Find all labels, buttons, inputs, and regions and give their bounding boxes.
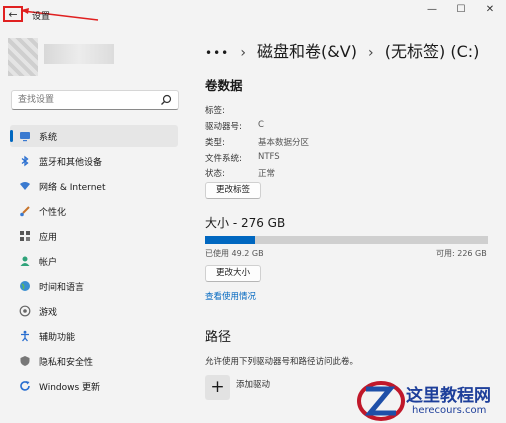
- sidebar-item-privacy[interactable]: 隐私和安全性: [10, 350, 178, 372]
- avatar[interactable]: [8, 38, 38, 76]
- bluetooth-icon: [21, 155, 29, 167]
- prop-value: C: [258, 120, 264, 130]
- change-label-button[interactable]: 更改标签: [205, 182, 262, 199]
- sidebar-item-label: 隐私和安全性: [39, 358, 94, 368]
- prop-value: 正常: [258, 169, 276, 179]
- chevron-right-icon: ›: [240, 45, 246, 61]
- watermark-logo-icon: [357, 381, 405, 421]
- breadcrumb: ••• › 磁盘和卷(&V) › (无标签) (C:): [205, 38, 479, 62]
- sidebar-item-system[interactable]: 系统: [10, 125, 178, 147]
- maximize-button[interactable]: ☐: [447, 3, 475, 17]
- view-usage-link[interactable]: 查看使用情况: [205, 290, 256, 302]
- usage-bar-fill: [205, 236, 256, 244]
- add-path-button[interactable]: +: [205, 375, 230, 400]
- free-space-text: 可用: 226 GB: [436, 249, 487, 258]
- sidebar-item-label: 个性化: [39, 208, 67, 218]
- chevron-right-icon: ›: [368, 45, 374, 61]
- paths-section-title: 路径: [205, 330, 232, 345]
- user-name-blurred: [44, 44, 114, 64]
- prop-value: 基本数据分区: [258, 138, 310, 148]
- sidebar-item-label: 应用: [39, 233, 58, 243]
- person-icon: [20, 256, 30, 266]
- watermark: 这里教程网 herecours.com: [356, 375, 506, 423]
- prop-label: 类型:: [205, 138, 225, 148]
- used-space-text: 已使用 49.2 GB: [205, 249, 264, 258]
- window-title: 设置: [32, 12, 51, 22]
- brush-icon: [20, 206, 30, 217]
- selection-indicator: [10, 130, 13, 142]
- sidebar-item-bluetooth[interactable]: 蓝牙和其他设备: [10, 150, 178, 172]
- prop-value: NTFS: [258, 152, 280, 162]
- prop-label: 状态:: [205, 169, 225, 179]
- globe-icon: [20, 281, 30, 291]
- close-button[interactable]: ✕: [476, 3, 504, 17]
- breadcrumb-parent[interactable]: 磁盘和卷(&V): [257, 42, 357, 61]
- sidebar-item-personalization[interactable]: 个性化: [10, 200, 178, 222]
- sidebar-item-gaming[interactable]: 游戏: [10, 300, 178, 322]
- prop-label: 标签:: [205, 106, 225, 116]
- minimize-button[interactable]: —: [418, 3, 446, 17]
- prop-label: 驱动器号:: [205, 122, 242, 132]
- gamepad-icon: [19, 305, 31, 317]
- back-arrow-icon: ←: [8, 7, 18, 21]
- accessibility-icon: [21, 330, 29, 342]
- sidebar-item-label: 蓝牙和其他设备: [39, 158, 103, 168]
- sidebar-item-windows-update[interactable]: Windows 更新: [10, 375, 178, 397]
- volume-section-title: 卷数据: [205, 78, 243, 93]
- sidebar-item-label: 辅助功能: [39, 333, 76, 343]
- sidebar-item-label: 网络 & Internet: [39, 183, 106, 193]
- sidebar-item-time-language[interactable]: 时间和语言: [10, 275, 178, 297]
- sidebar-item-apps[interactable]: 应用: [10, 225, 178, 247]
- sidebar-item-label: 帐户: [39, 258, 58, 268]
- sidebar-item-label: Windows 更新: [39, 383, 101, 393]
- sidebar-item-label: 时间和语言: [39, 283, 85, 293]
- watermark-url: herecours.com: [412, 405, 487, 416]
- prop-label: 文件系统:: [205, 154, 242, 164]
- breadcrumb-current: (无标签) (C:): [384, 42, 480, 61]
- size-section-title: 大小 - 276 GB: [205, 216, 286, 230]
- search-box[interactable]: [11, 90, 179, 110]
- watermark-title: 这里教程网: [406, 386, 491, 406]
- sidebar-item-label: 系统: [39, 133, 58, 143]
- shield-icon: [20, 356, 30, 366]
- breadcrumb-more-button[interactable]: •••: [205, 46, 229, 60]
- monitor-icon: [20, 132, 30, 142]
- sidebar-item-accounts[interactable]: 帐户: [10, 250, 178, 272]
- sidebar-item-accessibility[interactable]: 辅助功能: [10, 325, 178, 347]
- update-icon: [20, 381, 30, 391]
- apps-icon: [20, 231, 30, 241]
- search-icon[interactable]: [160, 94, 172, 106]
- sidebar-item-network[interactable]: 网络 & Internet: [10, 175, 178, 197]
- usage-bar: [205, 236, 488, 244]
- add-path-label[interactable]: 添加驱动: [236, 378, 270, 390]
- resize-button[interactable]: 更改大小: [205, 265, 262, 282]
- paths-description: 允许使用下列驱动器号和路径访问此卷。: [205, 357, 359, 367]
- title-bar: ← 设置 — ☐ ✕: [0, 0, 506, 30]
- wifi-icon: [20, 182, 30, 190]
- plus-icon: +: [210, 377, 225, 397]
- sidebar-item-label: 游戏: [39, 308, 58, 318]
- search-input[interactable]: [12, 91, 164, 109]
